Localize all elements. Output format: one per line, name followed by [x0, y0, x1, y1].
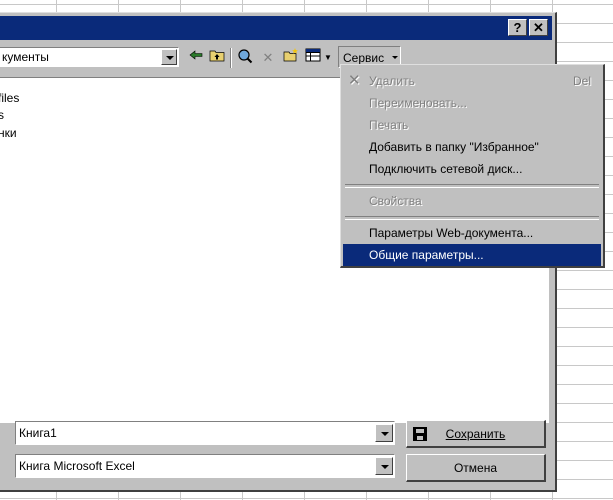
menu-separator [345, 184, 599, 188]
menu-item-delete[interactable]: ✕ Удалить Del [343, 70, 601, 92]
menu-item-add-to-favorites[interactable]: Добавить в папку "Избранное" [343, 136, 601, 158]
menu-item-rename[interactable]: Переименовать... [343, 92, 601, 114]
menu-item-print[interactable]: Печать [343, 114, 601, 136]
service-menu: ✕ Удалить Del Переименовать... Печать До… [340, 64, 605, 268]
menu-item-general-options[interactable]: Общие параметры... [343, 244, 601, 266]
list-item[interactable]: нки [0, 125, 17, 142]
look-in-dropdown[interactable]: кументы [0, 47, 179, 67]
menu-item-web-options[interactable]: Параметры Web-документа... [343, 222, 601, 244]
views-chevron-down-icon[interactable]: ▼ [323, 48, 333, 68]
chevron-down-icon[interactable] [161, 49, 177, 65]
menu-item-label: Печать [369, 118, 409, 132]
service-menu-label: Сервис [343, 51, 385, 65]
help-button[interactable]: ? [508, 19, 527, 36]
filename-value: Книга1 [19, 426, 57, 440]
list-item[interactable]: files [0, 90, 19, 107]
up-folder-icon[interactable] [207, 48, 227, 68]
menu-separator [345, 216, 599, 220]
close-button[interactable]: ✕ [529, 19, 548, 36]
menu-item-label: Общие параметры... [369, 248, 484, 262]
save-button-label: Сохранить [445, 427, 506, 441]
menu-item-label: Переименовать... [369, 96, 467, 110]
menu-item-label: Удалить [369, 74, 415, 88]
filetype-select[interactable]: Книга Microsoft Excel [15, 454, 395, 478]
new-folder-icon[interactable] [281, 48, 301, 68]
menu-item-label: Параметры Web-документа... [369, 226, 534, 240]
menu-item-shortcut: Del [572, 74, 591, 88]
filename-input[interactable]: Книга1 [15, 421, 395, 445]
toolbar-separator [230, 48, 232, 68]
back-arrow-icon[interactable] [186, 48, 206, 68]
views-icon[interactable] [303, 48, 323, 68]
delete-icon[interactable]: ✕ [258, 48, 278, 68]
look-in-value: кументы [2, 50, 49, 64]
dialog-titlebar: ? ✕ [0, 16, 552, 40]
list-item[interactable]: s [0, 107, 4, 124]
save-button[interactable]: Сохранить [406, 420, 546, 448]
cancel-button-label: Отмена [453, 461, 498, 475]
menu-item-label: Свойства [369, 194, 422, 208]
chevron-down-icon [392, 56, 398, 59]
cancel-button[interactable]: Отмена [406, 454, 546, 482]
delete-x-icon: ✕ [348, 72, 361, 89]
menu-item-label: Добавить в папку "Избранное" [369, 140, 539, 154]
filetype-value: Книга Microsoft Excel [19, 459, 135, 473]
chevron-down-icon[interactable] [375, 457, 393, 475]
menu-item-properties[interactable]: Свойства [343, 190, 601, 212]
save-disk-icon [413, 427, 427, 441]
search-web-icon[interactable] [235, 48, 255, 68]
chevron-down-icon[interactable] [375, 424, 393, 442]
menu-item-label: Подключить сетевой диск... [369, 162, 523, 176]
menu-item-map-network-drive[interactable]: Подключить сетевой диск... [343, 158, 601, 180]
